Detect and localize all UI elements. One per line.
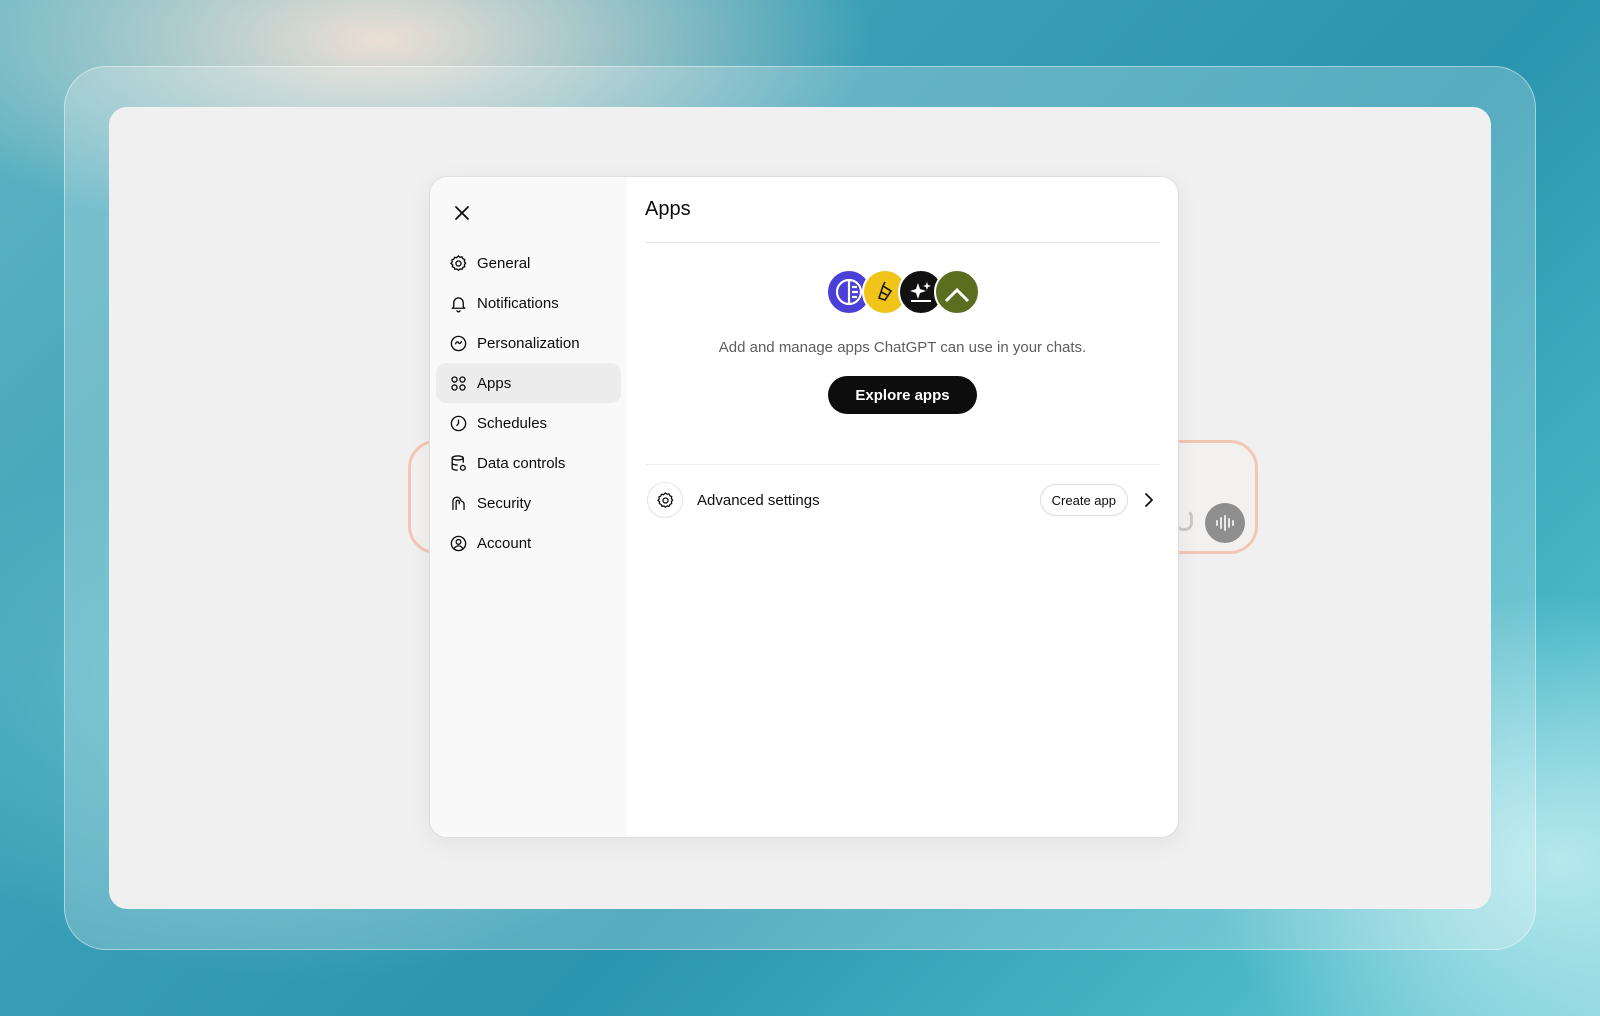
close-icon — [455, 206, 469, 220]
sidebar-item-notifications[interactable]: Notifications — [436, 283, 621, 323]
chevron-right-icon[interactable] — [1138, 489, 1160, 511]
settings-content: Apps Add and manage apps ChatGPT can use… — [627, 177, 1178, 837]
page-title: Apps — [645, 177, 1160, 243]
app-icon-stack — [825, 269, 980, 317]
sidebar-item-label: Account — [477, 534, 532, 552]
sidebar-item-schedules[interactable]: Schedules — [436, 403, 621, 443]
create-app-button[interactable]: Create app — [1039, 484, 1128, 516]
sidebar-item-label: Personalization — [477, 334, 580, 352]
personalization-icon — [448, 333, 468, 353]
sidebar-item-label: Apps — [477, 374, 512, 392]
gear-icon — [448, 253, 468, 273]
app-logo-icon — [933, 269, 980, 315]
sidebar-item-apps[interactable]: Apps — [436, 363, 621, 403]
sidebar-item-label: Notifications — [477, 294, 559, 312]
settings-modal: General Notifications Personalization Ap… — [429, 176, 1179, 838]
sidebar-item-security[interactable]: Security — [436, 483, 621, 523]
advanced-settings-row[interactable]: Advanced settings Create app — [645, 465, 1160, 535]
sidebar-item-label: Data controls — [477, 454, 566, 472]
settings-sidebar: General Notifications Personalization Ap… — [430, 177, 627, 837]
sidebar-item-account[interactable]: Account — [436, 523, 621, 563]
sidebar-item-label: Schedules — [477, 414, 548, 432]
apps-description: Add and manage apps ChatGPT can use in y… — [718, 339, 1087, 356]
apps-grid-icon — [448, 373, 468, 393]
gear-icon — [647, 482, 683, 518]
sidebar-item-general[interactable]: General — [436, 243, 621, 283]
security-icon — [448, 493, 468, 513]
voice-mode-button — [1205, 503, 1245, 543]
sidebar-item-personalization[interactable]: Personalization — [436, 323, 621, 363]
apps-hero: Add and manage apps ChatGPT can use in y… — [645, 243, 1160, 414]
sidebar-item-label: General — [477, 254, 531, 272]
advanced-settings-label: Advanced settings — [697, 491, 820, 509]
clock-icon — [448, 413, 468, 433]
database-icon — [448, 453, 468, 473]
sidebar-item-data-controls[interactable]: Data controls — [436, 443, 621, 483]
user-circle-icon — [448, 533, 468, 553]
close-button[interactable] — [444, 195, 480, 231]
bell-icon — [448, 293, 468, 313]
sidebar-item-label: Security — [477, 494, 532, 512]
explore-apps-button[interactable]: Explore apps — [828, 376, 977, 414]
